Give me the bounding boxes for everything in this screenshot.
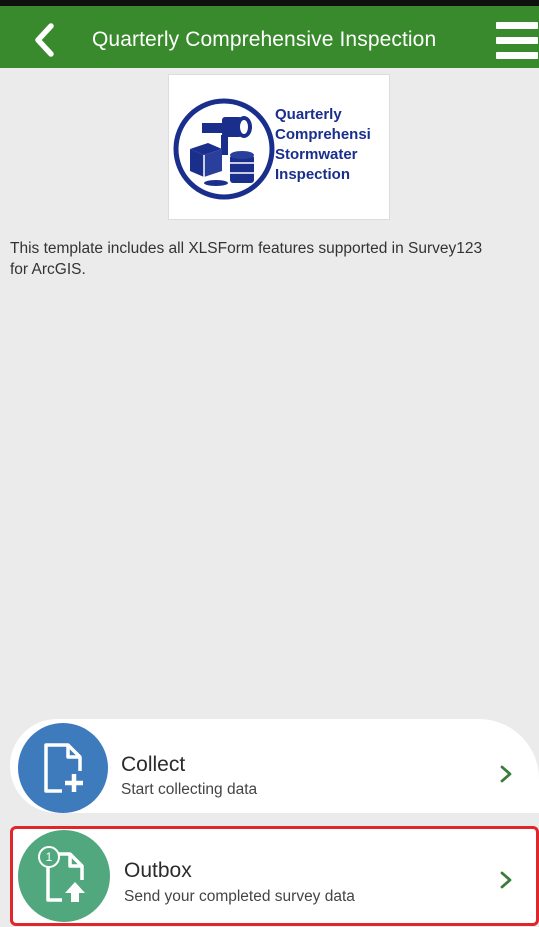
outbox-subtitle: Send your completed survey data — [124, 888, 355, 905]
add-document-icon — [44, 743, 86, 795]
logo-line: Comprehensi — [275, 126, 371, 143]
outbox-title: Outbox — [124, 859, 192, 882]
chevron-right-icon — [496, 870, 516, 890]
stormwater-logo-icon — [173, 98, 275, 200]
collect-button[interactable]: Collect Start collecting data — [10, 719, 539, 813]
logo-line: Quarterly — [275, 106, 342, 123]
collect-circle — [18, 723, 108, 813]
outbox-count-badge: 1 — [38, 846, 60, 868]
app-screen: Quarterly Comprehensive Inspection Quart… — [0, 0, 539, 927]
chevron-left-icon — [35, 23, 54, 57]
logo-text: Quarterly Comprehensi Stormwater Inspect… — [275, 105, 391, 185]
collect-subtitle: Start collecting data — [121, 781, 258, 798]
logo-line: Stormwater — [275, 146, 358, 163]
outbox-button[interactable]: 1 Outbox Send your completed survey data — [10, 826, 539, 926]
survey-description: This template includes all XLSForm featu… — [10, 240, 483, 278]
hamburger-menu-icon[interactable] — [492, 22, 538, 60]
logo-line: Inspection — [275, 166, 351, 183]
survey-logo: Quarterly Comprehensi Stormwater Inspect… — [168, 74, 390, 220]
app-header: Quarterly Comprehensive Inspection — [0, 0, 539, 68]
collect-title: Collect — [121, 753, 186, 776]
chevron-right-icon — [496, 764, 516, 784]
outbox-circle — [18, 830, 110, 922]
page-title: Quarterly Comprehensive Inspection — [92, 28, 437, 51]
back-button[interactable] — [24, 20, 64, 60]
